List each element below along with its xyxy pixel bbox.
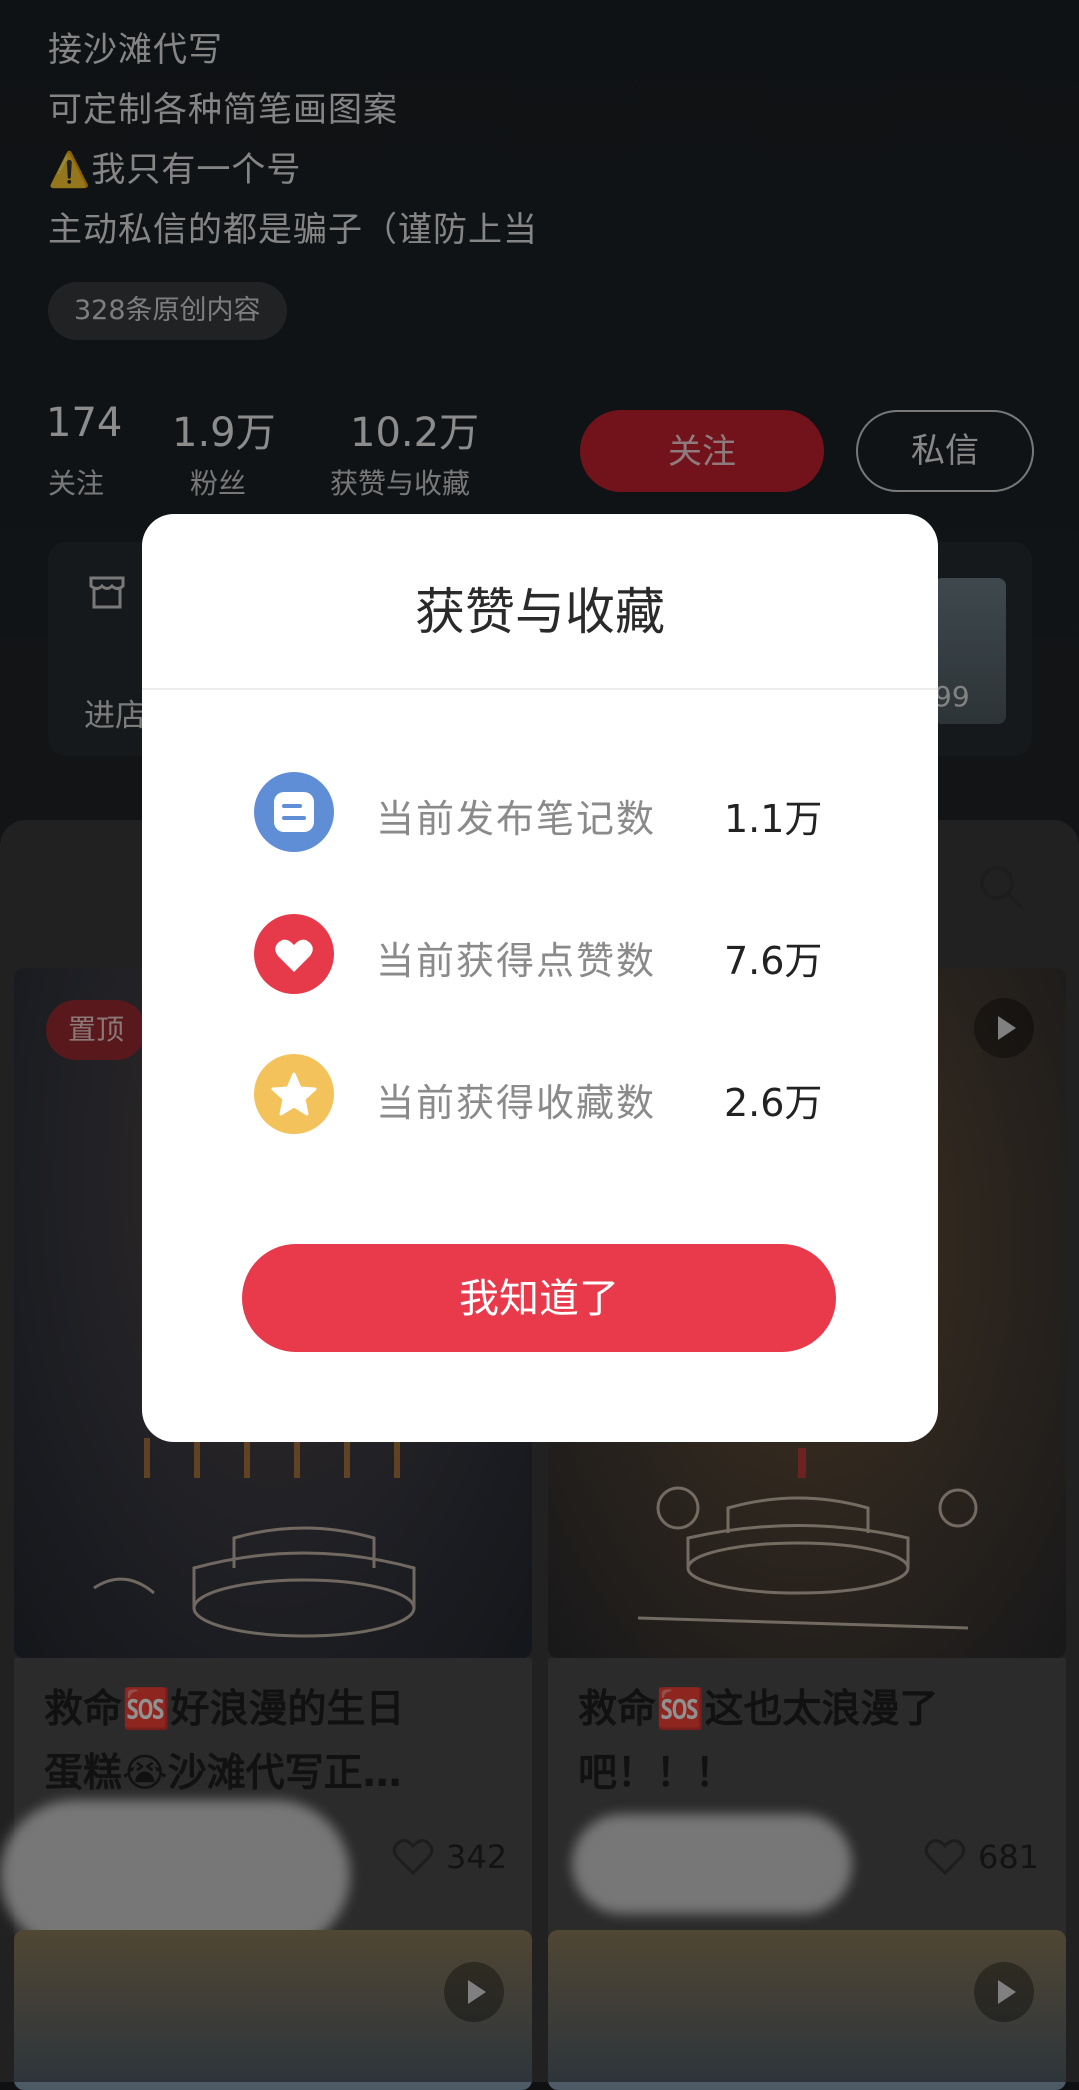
notes-count-value: 1.1万 <box>724 797 823 841</box>
likes-count-label: 当前获得点赞数 <box>376 939 657 983</box>
notes-count-label: 当前发布笔记数 <box>376 797 657 841</box>
star-icon <box>254 1054 334 1134</box>
heart-icon <box>254 914 334 994</box>
note-icon <box>254 772 334 852</box>
confirm-button[interactable]: 我知道了 <box>242 1244 836 1352</box>
collects-count-value: 2.6万 <box>724 1081 823 1125</box>
dialog-divider <box>142 688 938 690</box>
collects-count-label: 当前获得收藏数 <box>376 1081 657 1125</box>
likes-collects-dialog: 获赞与收藏 当前发布笔记数 1.1万 当前获得点赞数 7.6万 当前获得收藏数 … <box>142 514 938 1442</box>
dialog-title: 获赞与收藏 <box>415 583 665 641</box>
likes-count-value: 7.6万 <box>724 939 823 983</box>
